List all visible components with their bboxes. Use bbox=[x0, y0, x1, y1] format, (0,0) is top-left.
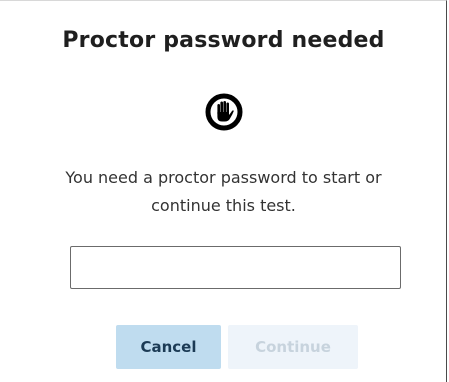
dialog-title: Proctor password needed bbox=[62, 28, 385, 53]
hand-stop-icon bbox=[205, 93, 243, 131]
message-line-1: You need a proctor password to start or bbox=[65, 168, 382, 187]
cancel-button[interactable]: Cancel bbox=[116, 325, 221, 369]
message-line-2: continue this test. bbox=[151, 196, 296, 215]
continue-button[interactable]: Continue bbox=[228, 325, 358, 369]
proctor-password-dialog: Proctor password needed You need a proct… bbox=[0, 0, 447, 382]
proctor-password-input[interactable] bbox=[70, 246, 401, 289]
dialog-message: You need a proctor password to start or … bbox=[20, 164, 427, 220]
